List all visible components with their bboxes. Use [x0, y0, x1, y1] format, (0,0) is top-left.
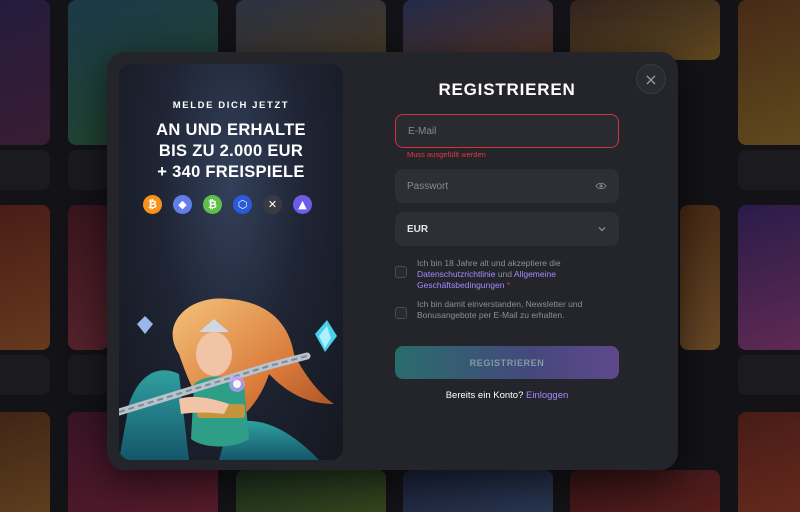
- newsletter-consent-row: Ich bin damit einverstanden, Newsletter …: [395, 299, 619, 321]
- ethereum-icon: ◆: [173, 195, 192, 214]
- required-asterisk: *: [506, 280, 511, 290]
- crystal-icon: [137, 316, 153, 334]
- tron-icon: ▲: [293, 195, 312, 214]
- chevron-down-icon: [598, 227, 606, 232]
- show-password-eye-icon[interactable]: [595, 180, 607, 192]
- promo-line-2: BIS ZU 2.000 EUR: [158, 142, 304, 160]
- newsletter-checkbox[interactable]: [395, 307, 407, 319]
- login-link[interactable]: Einloggen: [526, 390, 568, 401]
- crypto-coins-row: ₿ ◆ ₿ ⬡ ✕ ▲: [143, 195, 312, 214]
- close-icon: ×: [644, 69, 658, 89]
- terms-and: und: [497, 269, 512, 279]
- promo-line-3: + 340 FREISPIELE: [157, 163, 305, 181]
- login-prompt: Bereits ein Konto?: [445, 390, 524, 401]
- email-error-message: Muss ausgefüllt werden: [407, 150, 486, 159]
- newsletter-text: Ich bin damit einverstanden, Newsletter …: [417, 299, 583, 320]
- register-submit-button[interactable]: REGISTRIEREN: [395, 346, 619, 379]
- promo-subheading: MELDE DICH JETZT: [172, 100, 290, 111]
- currency-value: EUR: [407, 223, 429, 235]
- bitcoin-cash-icon: ₿: [203, 195, 222, 214]
- xrp-icon: ✕: [263, 195, 282, 214]
- terms-prefix: Ich bin 18 Jahre alt und akzeptiere die: [417, 258, 561, 268]
- chainlink-icon: ⬡: [233, 195, 252, 214]
- email-field[interactable]: E-Mail: [395, 114, 619, 148]
- password-field[interactable]: Passwort: [395, 169, 619, 203]
- privacy-policy-link[interactable]: Datenschutzrichtlinie: [417, 269, 495, 279]
- currency-select[interactable]: EUR: [395, 212, 619, 246]
- close-button[interactable]: ×: [636, 64, 666, 94]
- registration-modal: MELDE DICH JETZT AN UND ERHALTE BIS ZU 2…: [107, 52, 678, 470]
- password-placeholder: Passwort: [407, 180, 449, 192]
- archer-character-illustration: [119, 298, 337, 460]
- terms-consent-row: Ich bin 18 Jahre alt und akzeptiere die …: [395, 258, 619, 291]
- terms-text: Ich bin 18 Jahre alt und akzeptiere die …: [417, 258, 619, 291]
- login-prompt-row: Bereits ein Konto? Einloggen: [395, 390, 619, 401]
- promo-panel: MELDE DICH JETZT AN UND ERHALTE BIS ZU 2…: [119, 64, 343, 460]
- bitcoin-icon: ₿: [143, 195, 162, 214]
- email-placeholder: E-Mail: [408, 125, 437, 137]
- promo-line-1: AN UND ERHALTE: [156, 121, 306, 139]
- terms-checkbox[interactable]: [395, 266, 407, 278]
- modal-title: REGISTRIEREN: [438, 80, 576, 99]
- promo-headline: AN UND ERHALTE BIS ZU 2.000 EUR + 340 FR…: [119, 120, 343, 183]
